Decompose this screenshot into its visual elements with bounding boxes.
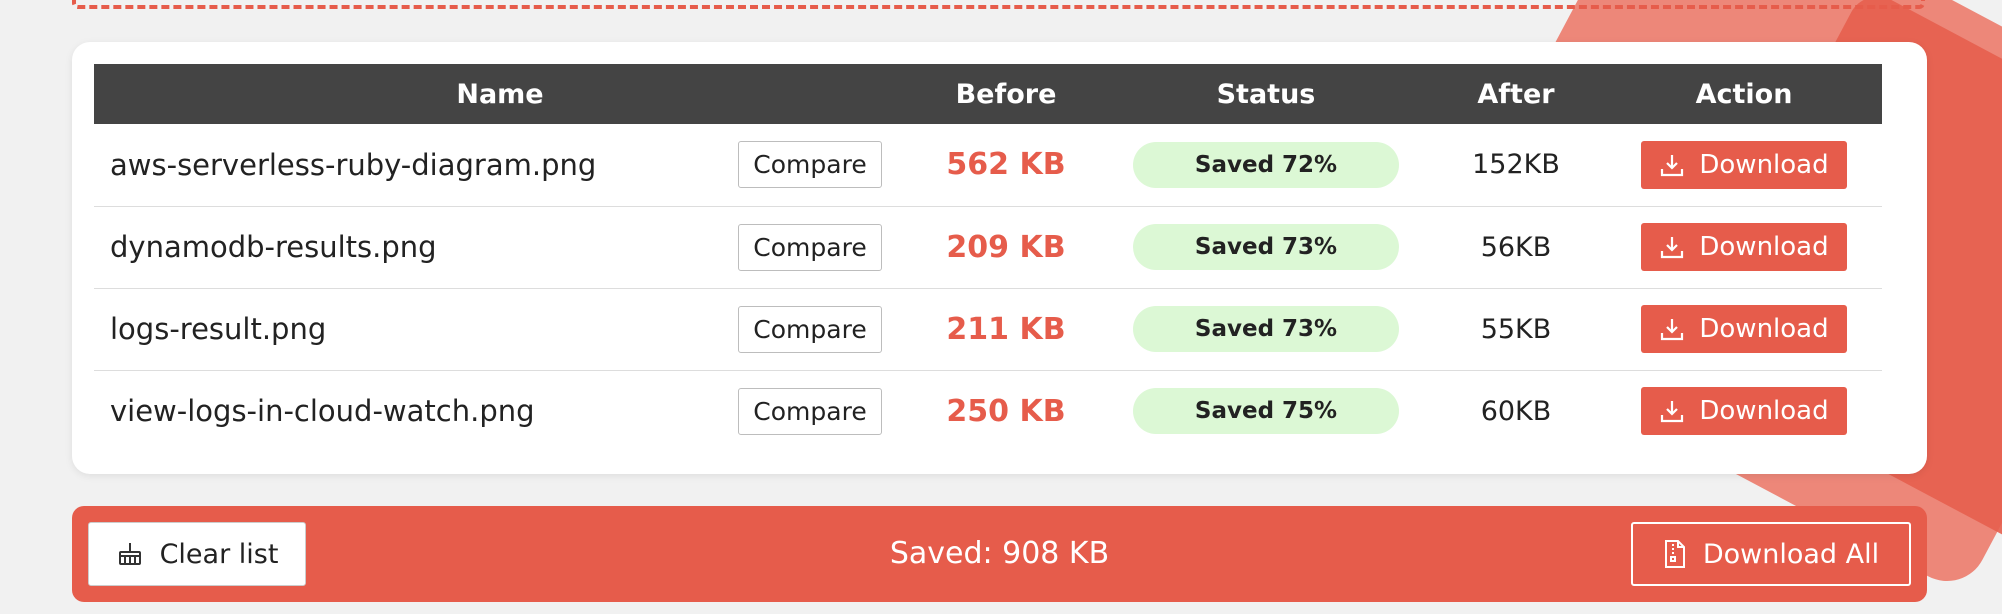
compare-button[interactable]: Compare [738,305,882,353]
status-cell: Saved 75% [1106,370,1426,452]
size-before: 209 KB [906,206,1106,289]
download-all-button[interactable]: Download All [1631,522,1911,586]
download-label: Download [1699,232,1829,262]
compare-button[interactable]: Compare [738,387,882,435]
download-icon [1661,319,1684,341]
status-cell: Saved 73% [1106,206,1426,289]
compare-cell: Compare [714,206,906,289]
action-cell: Download [1606,288,1882,371]
compare-cell: Compare [714,288,906,371]
status-badge: Saved 75% [1133,388,1399,435]
file-name: aws-serverless-ruby-diagram.png [94,124,714,207]
status-badge: Saved 73% [1133,306,1399,352]
download-label: Download [1699,314,1829,344]
header-action: Action [1695,78,1793,110]
status-cell: Saved 72% [1106,124,1426,207]
download-label: Download [1699,396,1829,427]
size-after: 152KB [1426,124,1606,207]
header-before: Before [955,78,1057,110]
download-icon [1661,237,1684,259]
file-name: dynamodb-results.png [94,206,714,289]
header-name: Name [456,78,544,110]
compare-cell: Compare [714,124,906,207]
status-badge: Saved 73% [1133,224,1399,270]
compare-cell: Compare [714,370,906,452]
table-row: view-logs-in-cloud-watch.png Compare 250… [94,370,1882,452]
download-button[interactable]: Download [1641,140,1847,189]
table-row: logs-result.png Compare 211 KB Saved 73%… [94,288,1882,371]
compare-button[interactable]: Compare [738,223,882,271]
status-cell: Saved 73% [1106,288,1426,371]
size-before: 211 KB [906,288,1106,371]
size-before: 250 KB [946,393,1066,429]
table-header-row: Name Before Status After Action [94,64,1882,124]
results-card: Name Before Status After Action aws-serv… [72,42,1927,474]
size-after: 55KB [1426,288,1606,371]
header-after: After [1477,78,1555,110]
zip-file-icon [1664,540,1685,568]
download-button[interactable]: Download [1641,223,1847,271]
size-after: 56KB [1426,206,1606,289]
action-cell: Download [1606,206,1882,289]
footer-bar: Clear list Saved: 908 KB Download All [72,506,1927,602]
download-button[interactable]: Download [1641,305,1847,353]
size-before: 562 KB [906,124,1106,207]
action-cell: Download [1606,124,1882,207]
table-row: dynamodb-results.png Compare 209 KB Save… [94,206,1882,289]
size-after: 60KB [1480,395,1552,427]
header-status: Status [1216,78,1316,110]
download-label: Download [1699,149,1829,180]
table-row: aws-serverless-ruby-diagram.png Compare … [94,124,1882,207]
download-button[interactable]: Download [1641,387,1847,436]
file-name: logs-result.png [94,288,714,371]
download-all-label: Download All [1702,538,1880,570]
file-name: view-logs-in-cloud-watch.png [110,394,535,429]
status-badge: Saved 72% [1133,141,1399,188]
upload-dropzone[interactable] [72,0,1925,9]
results-table: Name Before Status After Action aws-serv… [94,64,1882,452]
download-icon [1661,154,1684,176]
compare-button[interactable]: Compare [738,141,882,189]
action-cell: Download [1606,370,1882,452]
download-icon [1661,401,1684,423]
